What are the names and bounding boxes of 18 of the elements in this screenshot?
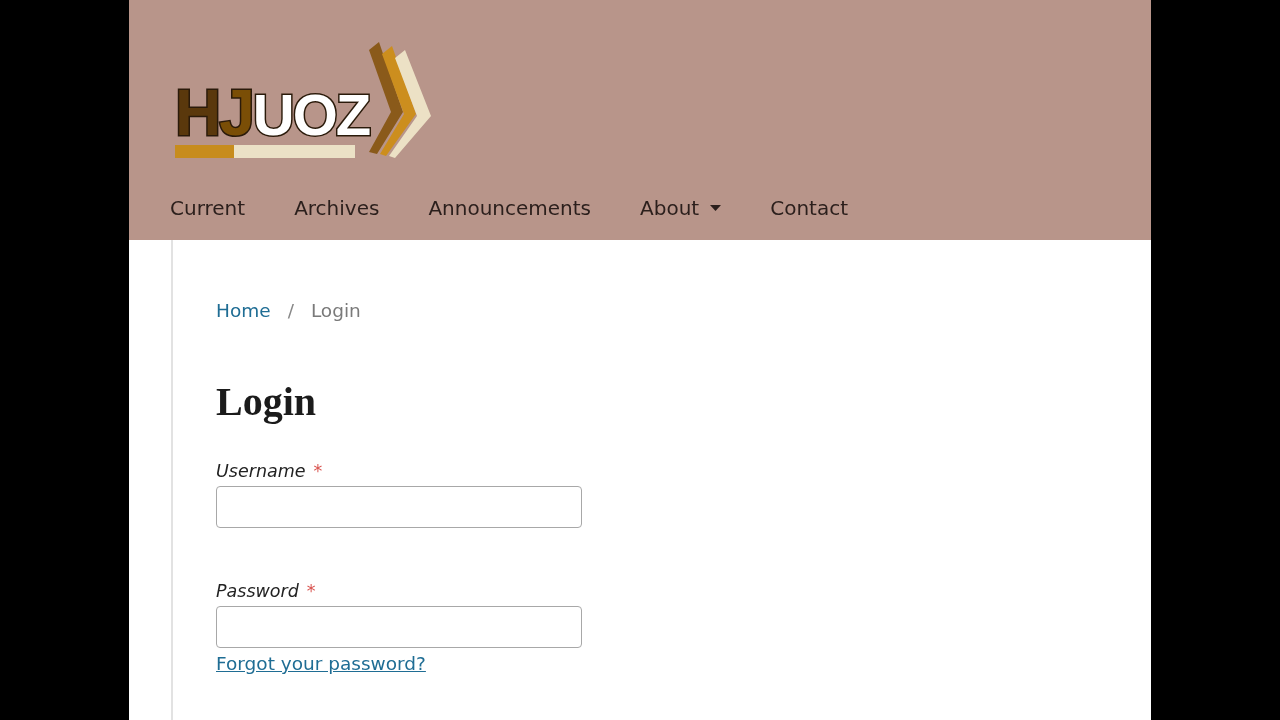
input-field[interactable] <box>216 486 582 528</box>
field-label: Username <box>216 460 306 483</box>
required-asterisk: * <box>306 580 316 603</box>
logo-text: HJUOZ <box>175 81 370 145</box>
breadcrumb-separator: / <box>287 299 294 323</box>
breadcrumb-link[interactable]: Home <box>216 297 271 325</box>
nav-link[interactable]: Archives <box>294 193 380 223</box>
nav-link[interactable]: Announcements <box>428 193 592 223</box>
book-pages-icon <box>369 42 432 158</box>
nav-link[interactable]: Current <box>170 193 246 223</box>
forgot-password-link[interactable]: Forgot your password? <box>216 651 426 677</box>
page-heading: Login <box>216 378 317 426</box>
breadcrumb-current: Login <box>310 299 361 323</box>
nav-link[interactable]: About <box>640 193 722 223</box>
input-field[interactable] <box>216 606 582 648</box>
field-label: Password <box>216 580 299 603</box>
nav-link[interactable]: Contact <box>770 193 848 223</box>
required-asterisk: * <box>313 460 323 483</box>
